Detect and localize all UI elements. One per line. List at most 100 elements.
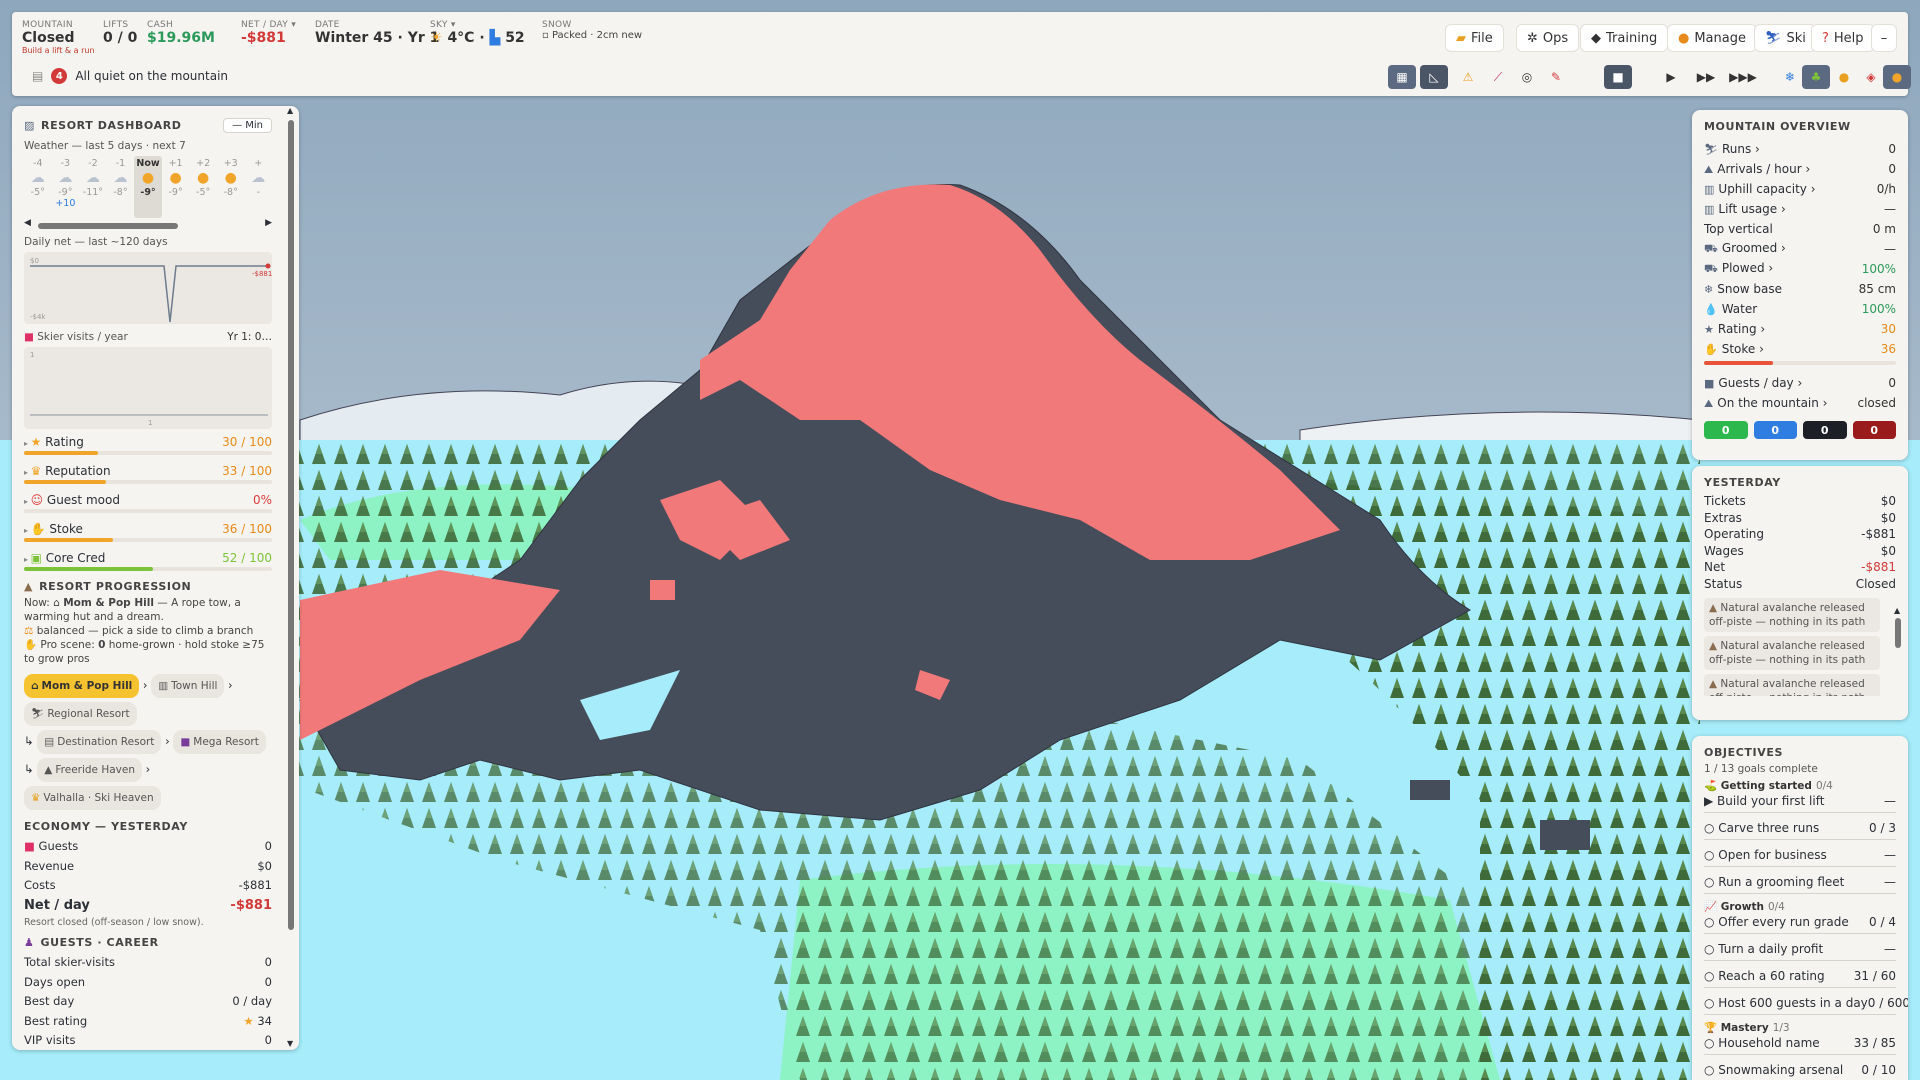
overview-row: 💧 Water 100% [1704, 302, 1896, 316]
event-log[interactable]: ▲ Natural avalanche released off-piste —… [1704, 598, 1880, 696]
meter-rating[interactable]: ▸ ★ Rating 30 / 100 [24, 435, 272, 455]
folder-icon: ▰ [1456, 30, 1466, 46]
file-menu[interactable]: ▰ File [1445, 24, 1504, 52]
slope-view-icon[interactable]: ◺ [1420, 65, 1448, 89]
tier-destination-resort[interactable]: ▤ Destination Resort [37, 730, 162, 754]
ski-menu[interactable]: ⛷ Ski [1754, 24, 1817, 52]
tier-freeride-haven[interactable]: ▲ Freeride Haven [37, 758, 143, 782]
question-icon: ? [1822, 30, 1829, 46]
overview-row[interactable]: ⛷ Runs › 0 [1704, 139, 1896, 159]
weather-day[interactable]: -2 ☁ -11° [79, 156, 107, 218]
snowflake-overlay-icon[interactable]: ❄ [1776, 65, 1804, 89]
weather-day[interactable]: + ☁ - [245, 156, 273, 218]
weather-day[interactable]: -4 ☁ -5° [24, 156, 52, 218]
resort-dashboard: ▨ RESORT DASHBOARD — Min Weather — last 5… [12, 106, 299, 1050]
log-entry[interactable]: ▲ Natural avalanche released off-piste —… [1704, 598, 1880, 632]
weather-day[interactable]: +3 ● -8° [217, 156, 245, 218]
overview-row[interactable]: ⛰ Arrivals / hour › 0 [1704, 159, 1896, 179]
run-grade-counter[interactable]: 0 [1852, 421, 1896, 439]
snowflake-icon: ▫ [542, 30, 549, 41]
hazard-view-icon[interactable]: ⚠ [1454, 65, 1482, 89]
manage-menu[interactable]: ● Manage [1667, 24, 1757, 52]
meter-guest-mood[interactable]: ▸ ☺ Guest mood 0% [24, 493, 272, 513]
dashboard-scrollbar[interactable]: ▲ ▼ [286, 106, 296, 1048]
tier-town-hill[interactable]: ▥ Town Hill [151, 674, 225, 698]
weather-day[interactable]: -1 ☁ -8° [107, 156, 135, 218]
avalanche-icon: ▲ [1709, 678, 1721, 690]
run-grade-counter[interactable]: 0 [1704, 421, 1748, 439]
stoke-icon: ✋ [30, 522, 50, 536]
help-menu[interactable]: ? Help [1811, 24, 1875, 52]
weather-strip[interactable]: -4 ☁ -5° -3 ☁ -9° +10 -2 ☁ -11° -1 ☁ -8° Now ● -9° +1 ● -9… [24, 156, 272, 218]
objective-item[interactable]: ▶ Build your first lift — [1704, 792, 1896, 810]
play-button[interactable]: ▶ [1659, 65, 1683, 89]
net-per-day-stat[interactable]: NET / DAY ▾ -$881 [241, 20, 296, 46]
objective-item[interactable]: ○ Host 600 guests in a day 0 / 600 [1704, 994, 1908, 1012]
lift-overlay-icon[interactable]: ◈ [1857, 65, 1885, 89]
star-icon: ★ [243, 1013, 258, 1028]
date-stat: DATE Winter 45 · Yr 1 [315, 20, 440, 46]
weather-day-temp: -9° [168, 187, 183, 198]
minimize-button[interactable]: – [1871, 24, 1897, 52]
overview-row[interactable]: ★ Rating › 30 [1704, 319, 1896, 339]
overview-row[interactable]: ▥ Uphill capacity › 0/h [1704, 179, 1896, 199]
target-tool-icon[interactable]: ◎ [1513, 65, 1541, 89]
circle-icon: ○ [1704, 942, 1719, 956]
alert-count-badge[interactable]: 4 [51, 68, 68, 84]
objective-item[interactable]: ○ Snowmaking arsenal 0 / 10 [1704, 1061, 1896, 1079]
svg-text:-$4k: -$4k [30, 313, 46, 321]
snowgun-icon: ▙ [489, 30, 501, 46]
log-entry[interactable]: ▲ Natural avalanche released off-piste —… [1704, 636, 1880, 670]
weather-day[interactable]: Now ● -9° [134, 156, 162, 218]
light-overlay-icon[interactable]: ● [1883, 65, 1911, 89]
event-log-scrollbar[interactable]: ▲ [1894, 602, 1902, 712]
core-cred-icon: ▣ [30, 551, 46, 565]
tier-regional-resort[interactable]: ⛷ Regional Resort [24, 702, 137, 726]
training-menu[interactable]: ◆ Training [1580, 24, 1669, 52]
trail-tool-icon[interactable]: ⟋ [1484, 65, 1512, 89]
terrain-view-icon[interactable]: ▦ [1388, 65, 1416, 89]
notepad-icon[interactable]: ▤ [32, 69, 43, 83]
tier-mega-resort[interactable]: ■ Mega Resort [173, 730, 266, 754]
overview-row-icon: ⛰ [1704, 162, 1714, 176]
weather-day[interactable]: -3 ☁ -9° +10 [52, 156, 80, 218]
overview-row[interactable]: ⛟ Plowed › 100% [1704, 259, 1896, 279]
log-entry[interactable]: ▲ Natural avalanche released off-piste —… [1704, 674, 1880, 696]
objective-item[interactable]: ○ Offer every run grade 0 / 4 [1704, 913, 1896, 931]
objective-item[interactable]: ○ Run a grooming fleet — [1704, 873, 1896, 891]
tier-valhalla[interactable]: ♛ Valhalla · Ski Heaven [24, 786, 161, 810]
weather-scrollbar[interactable]: ◀ ▶ [24, 218, 272, 230]
pencil-tool-icon[interactable]: ✎ [1542, 65, 1570, 89]
weather-day[interactable]: +1 ● -9° [162, 156, 190, 218]
sky-stat[interactable]: SKY ▾ ☀ 4°C · ▙ 52 [430, 20, 525, 46]
pause-button[interactable]: ■ [1604, 65, 1632, 89]
fastest-button[interactable]: ▶▶▶ [1726, 65, 1760, 89]
overview-row[interactable]: ▥ Lift usage › — [1704, 199, 1896, 219]
career-row: Best rating ★ 34 [24, 1013, 272, 1028]
circle-icon: ○ [1704, 875, 1719, 889]
run-grade-counter[interactable]: 0 [1753, 421, 1797, 439]
overview-row[interactable]: ⛟ Groomed › — [1704, 239, 1896, 259]
objective-item[interactable]: ○ Turn a daily profit — [1704, 940, 1896, 958]
tier-mom-pop-hill[interactable]: ⌂ Mom & Pop Hill [24, 674, 140, 698]
overview-row[interactable]: ■ Guests / day › 0 [1704, 373, 1896, 393]
meter-core-cred[interactable]: ▸ ▣ Core Cred 52 / 100 [24, 551, 272, 571]
sun-overlay-icon[interactable]: ● [1830, 65, 1858, 89]
fast-forward-button[interactable]: ▶▶ [1691, 65, 1721, 89]
meter-stoke[interactable]: ▸ ✋ Stoke 36 / 100 [24, 522, 272, 542]
overview-row[interactable]: ⛰ On the mountain › closed [1704, 393, 1896, 413]
meter-reputation[interactable]: ▸ ♛ Reputation 33 / 100 [24, 464, 272, 484]
ops-menu[interactable]: ✲ Ops [1516, 24, 1580, 52]
minimize-dashboard-button[interactable]: — Min [223, 117, 272, 133]
overview-row[interactable]: ✋ Stoke › 36 [1704, 339, 1896, 359]
objective-item[interactable]: ○ Carve three runs 0 / 3 [1704, 819, 1896, 837]
weather-day[interactable]: +2 ● -5° [189, 156, 217, 218]
trees-overlay-icon[interactable]: ♣ [1802, 65, 1830, 89]
run-grade-counter[interactable]: 0 [1803, 421, 1847, 439]
objective-item[interactable]: ○ Household name 33 / 85 [1704, 1034, 1896, 1052]
objective-item[interactable]: ○ Open for business — [1704, 846, 1896, 864]
objective-item[interactable]: ○ Reach a 60 rating 31 / 60 [1704, 967, 1896, 985]
mountain-status[interactable]: MOUNTAIN Closed Build a lift & a run [22, 20, 95, 55]
cloud-icon: ☁ [30, 170, 45, 186]
weather-day-label: +3 [223, 158, 238, 169]
